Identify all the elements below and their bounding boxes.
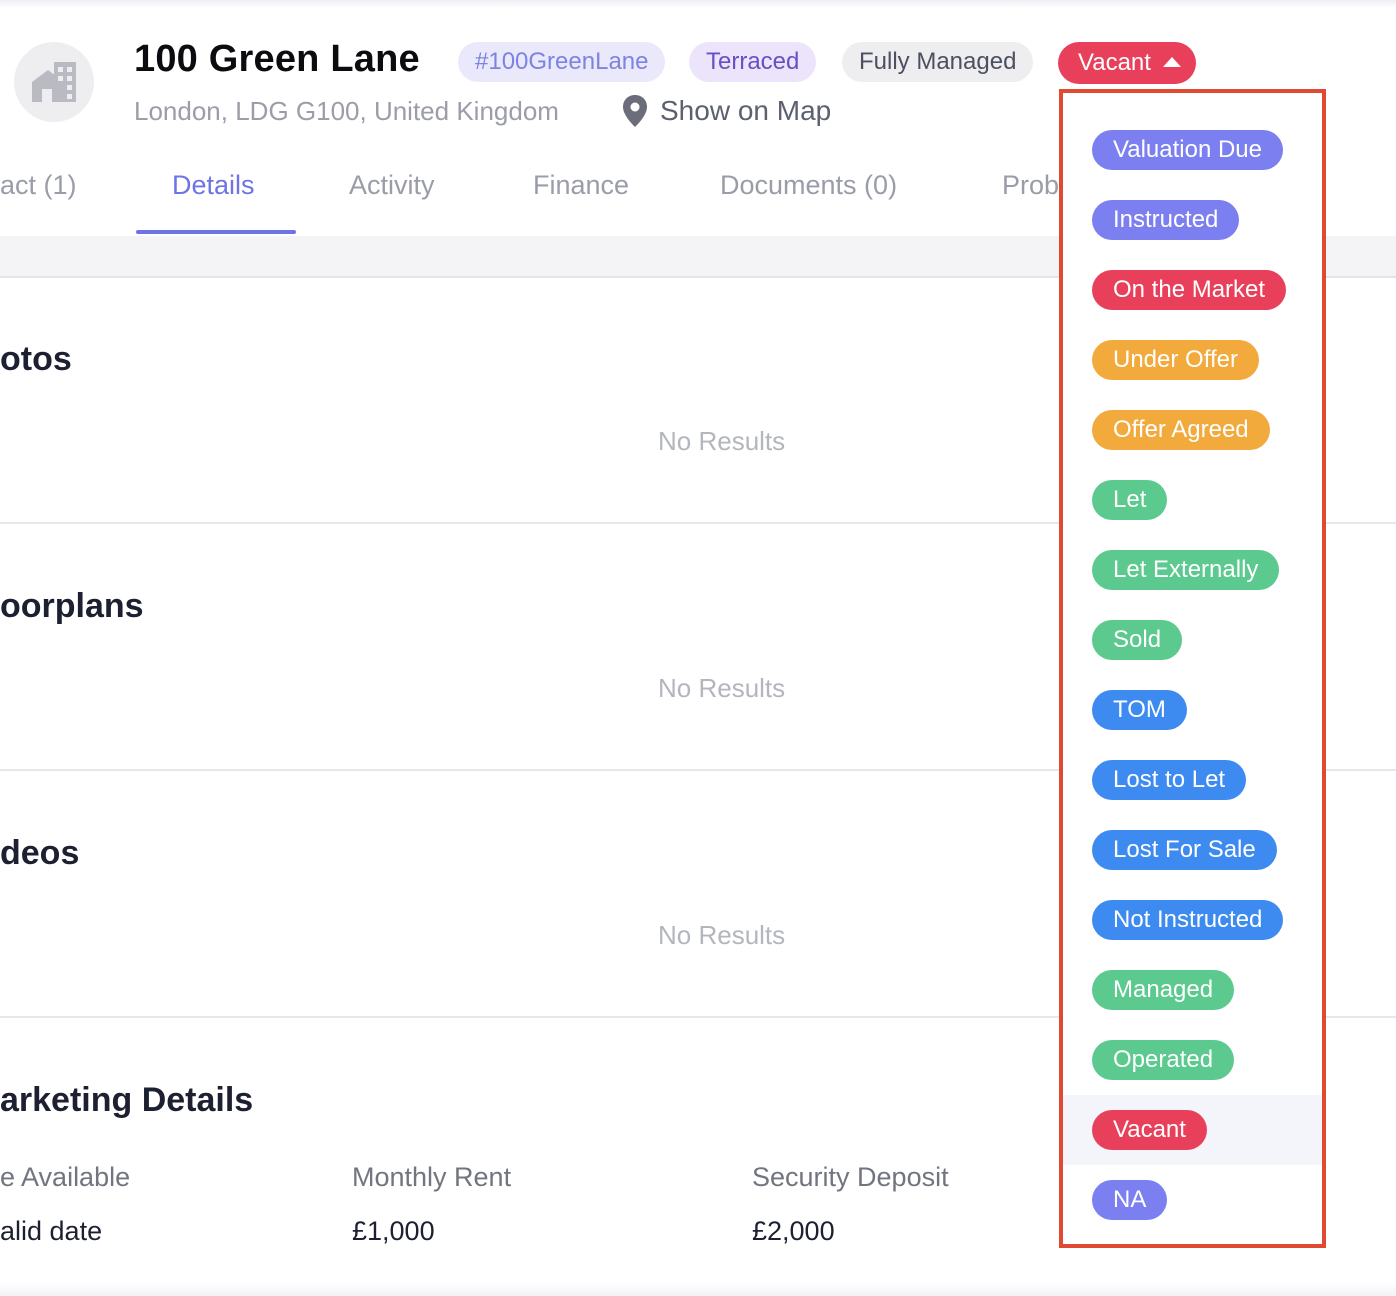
status-pill: Instructed	[1092, 200, 1240, 240]
show-on-map-link[interactable]: Show on Map	[622, 94, 831, 128]
field-label-monthly-rent: Monthly Rent	[352, 1162, 512, 1192]
status-dropdown-button[interactable]: Vacant	[1058, 42, 1196, 84]
status-pill: Let	[1092, 480, 1168, 520]
floorplans-empty-text: No Results	[658, 673, 786, 703]
section-title-marketing-details: arketing Details	[0, 1081, 254, 1119]
status-pill: Sold	[1092, 620, 1183, 660]
map-pin-icon	[623, 95, 647, 127]
caret-up-icon	[1162, 57, 1181, 67]
property-title: 100 Green Lane	[134, 38, 420, 80]
active-tab-indicator	[136, 230, 296, 234]
status-option-lost-for-sale[interactable]: Lost For Sale	[1063, 815, 1322, 885]
status-option-managed[interactable]: Managed	[1063, 955, 1322, 1025]
status-option-under-offer[interactable]: Under Offer	[1063, 325, 1322, 395]
status-option-on-the-market[interactable]: On the Market	[1063, 255, 1322, 325]
tag-management[interactable]: Fully Managed	[842, 42, 1034, 82]
status-option-let[interactable]: Let	[1063, 465, 1322, 535]
tab-details[interactable]: Details	[172, 170, 255, 201]
tab-activity[interactable]: Activity	[349, 170, 435, 201]
status-option-lost-to-let[interactable]: Lost to Let	[1063, 745, 1322, 815]
tag-property-type[interactable]: Terraced	[689, 42, 817, 82]
tab-contact[interactable]: act (1)	[0, 170, 77, 201]
status-option-operated[interactable]: Operated	[1063, 1025, 1322, 1095]
show-on-map-label: Show on Map	[660, 95, 832, 126]
status-option-sold[interactable]: Sold	[1063, 605, 1322, 675]
field-label-security-deposit: Security Deposit	[752, 1162, 949, 1192]
property-address: London, LDG G100, United Kingdom	[134, 96, 559, 126]
status-pill: Lost For Sale	[1092, 830, 1277, 870]
status-option-vacant[interactable]: Vacant	[1063, 1095, 1322, 1165]
section-title-floorplans: oorplans	[0, 587, 144, 625]
tag-reference[interactable]: #100GreenLane	[458, 42, 666, 82]
status-pill: On the Market	[1092, 270, 1287, 310]
status-pill: Vacant	[1092, 1110, 1207, 1150]
building-icon	[32, 62, 76, 102]
tab-finance[interactable]: Finance	[533, 170, 629, 201]
status-option-instructed[interactable]: Instructed	[1063, 185, 1322, 255]
status-pill: Operated	[1092, 1040, 1235, 1080]
status-pill: TOM	[1092, 690, 1187, 730]
status-pill: Lost to Let	[1092, 760, 1247, 800]
status-dropdown-menu: Valuation Due Instructed On the Market U…	[1059, 89, 1326, 1248]
status-option-valuation-due[interactable]: Valuation Due	[1063, 115, 1322, 185]
status-pill: Valuation Due	[1092, 130, 1283, 170]
status-option-not-instructed[interactable]: Not Instructed	[1063, 885, 1322, 955]
status-option-tom[interactable]: TOM	[1063, 675, 1322, 745]
photos-empty-text: No Results	[658, 426, 786, 456]
videos-empty-text: No Results	[658, 920, 786, 950]
status-pill: Let Externally	[1092, 550, 1280, 590]
field-value-security-deposit: £2,000	[752, 1216, 835, 1246]
status-pill: Offer Agreed	[1092, 410, 1270, 450]
bottom-shadow	[0, 1282, 1396, 1296]
field-value-monthly-rent: £1,000	[352, 1216, 435, 1246]
status-option-offer-agreed[interactable]: Offer Agreed	[1063, 395, 1322, 465]
tab-documents[interactable]: Documents (0)	[720, 170, 897, 201]
section-title-photos: otos	[0, 340, 72, 378]
status-pill: NA	[1092, 1180, 1168, 1220]
property-avatar	[14, 42, 94, 122]
status-pill: Under Offer	[1092, 340, 1259, 380]
status-pill: Managed	[1092, 970, 1235, 1010]
status-label: Vacant	[1078, 49, 1151, 76]
section-title-videos: deos	[0, 834, 80, 872]
status-option-let-externally[interactable]: Let Externally	[1063, 535, 1322, 605]
status-pill: Not Instructed	[1092, 900, 1284, 940]
tab-problems[interactable]: Prob	[1002, 170, 1059, 201]
field-value-date-available: alid date	[0, 1216, 103, 1246]
top-shadow	[0, 0, 1396, 8]
status-option-na[interactable]: NA	[1063, 1165, 1322, 1235]
field-label-date-available: e Available	[0, 1162, 131, 1192]
